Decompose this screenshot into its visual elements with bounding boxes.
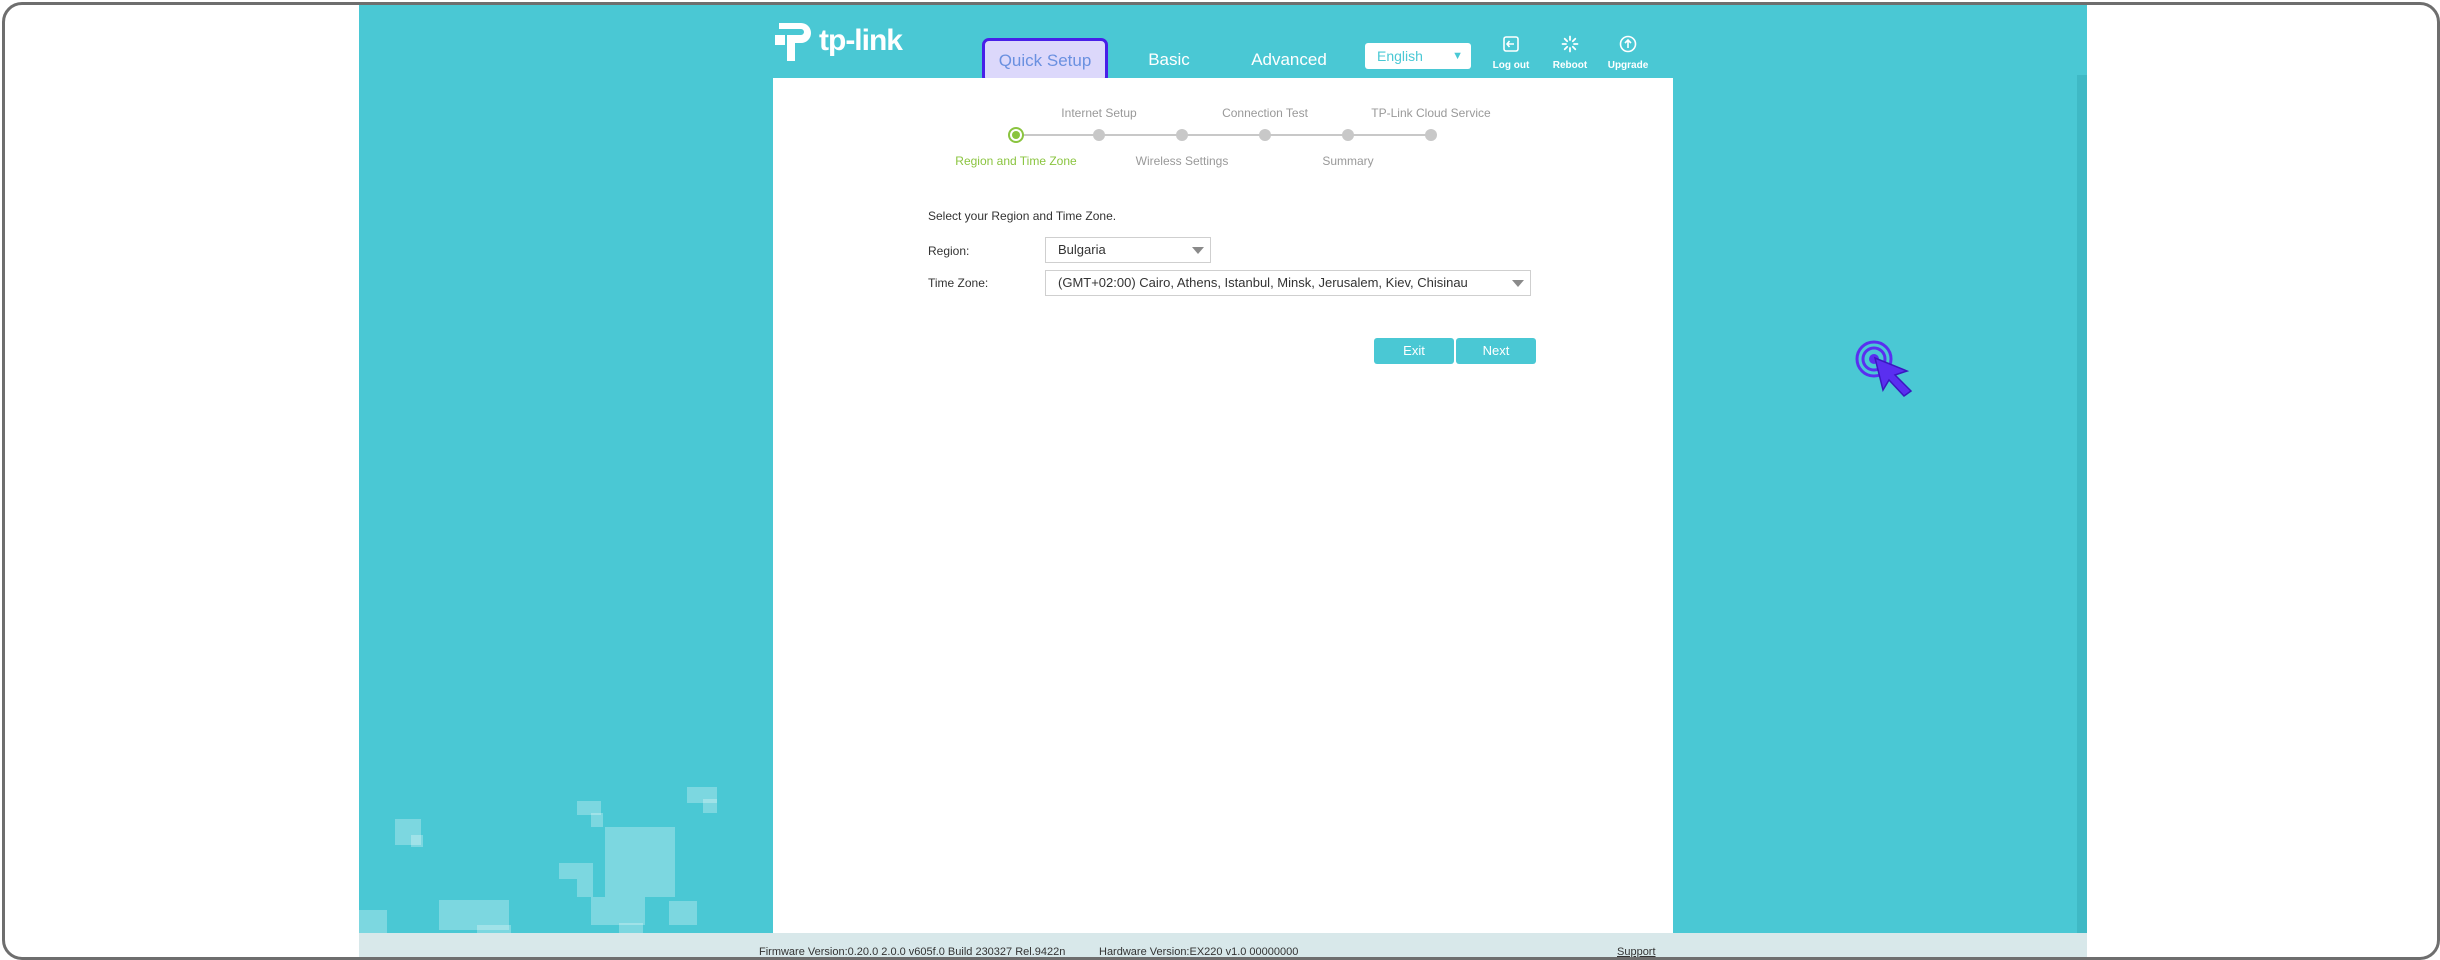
router-admin-page: tp-link Quick Setup Basic Advanced Engli… [359, 5, 2087, 958]
step-dot-connection [1259, 129, 1271, 141]
page-scrollbar[interactable] [2077, 75, 2087, 935]
tab-basic[interactable]: Basic [1129, 40, 1209, 80]
chevron-down-icon [1192, 247, 1204, 254]
support-link[interactable]: Support [1617, 946, 1656, 957]
step-label-region-time-zone: Region and Time Zone [955, 154, 1077, 168]
region-value: Bulgaria [1058, 242, 1106, 257]
next-button[interactable]: Next [1456, 338, 1536, 364]
language-value: English [1377, 48, 1423, 64]
exit-button[interactable]: Exit [1374, 338, 1454, 364]
reboot-button[interactable]: Reboot [1540, 35, 1600, 71]
progress-line [1016, 134, 1429, 136]
quick-setup-panel [773, 78, 1673, 957]
region-select[interactable]: Bulgaria [1045, 237, 1211, 263]
reboot-label: Reboot [1552, 60, 1588, 71]
chevron-down-icon: ▼ [1452, 50, 1463, 62]
timezone-label: Time Zone: [928, 276, 989, 290]
step-label-wireless-settings: Wireless Settings [1135, 154, 1229, 168]
reboot-icon [1561, 35, 1579, 53]
step-label-connection-test: Connection Test [1222, 106, 1308, 120]
logout-label: Log out [1492, 60, 1530, 71]
upgrade-icon [1619, 35, 1637, 53]
main-nav: Quick Setup Basic Advanced [359, 38, 2087, 84]
chevron-down-icon [1512, 280, 1524, 287]
click-cursor-icon [1855, 340, 1913, 397]
firmware-version: Firmware Version:0.20.0 2.0.0 v605f.0 Bu… [759, 946, 1066, 958]
language-select[interactable]: English ▼ [1365, 43, 1471, 69]
upgrade-label: Upgrade [1607, 60, 1649, 71]
timezone-value: (GMT+02:00) Cairo, Athens, Istanbul, Min… [1058, 275, 1468, 290]
step-label-summary: Summary [1322, 154, 1374, 168]
step-dot-region [1008, 127, 1024, 143]
hardware-version: Hardware Version:EX220 v1.0 00000000 [1099, 946, 1299, 958]
form-intro: Select your Region and Time Zone. [928, 209, 1117, 223]
step-dot-wireless [1176, 129, 1188, 141]
step-dot-cloud [1425, 129, 1437, 141]
logout-button[interactable]: Log out [1481, 35, 1541, 71]
tab-advanced[interactable]: Advanced [1229, 40, 1349, 80]
logout-icon [1503, 36, 1519, 52]
step-label-cloud-service: TP-Link Cloud Service [1371, 106, 1491, 120]
step-label-internet-setup: Internet Setup [1061, 106, 1137, 120]
upgrade-button[interactable]: Upgrade [1598, 35, 1658, 71]
window-frame: tp-link Quick Setup Basic Advanced Engli… [2, 2, 2440, 960]
timezone-select[interactable]: (GMT+02:00) Cairo, Athens, Istanbul, Min… [1045, 270, 1531, 296]
region-label: Region: [928, 244, 970, 258]
step-dot-internet [1093, 129, 1105, 141]
step-dot-summary [1342, 129, 1354, 141]
